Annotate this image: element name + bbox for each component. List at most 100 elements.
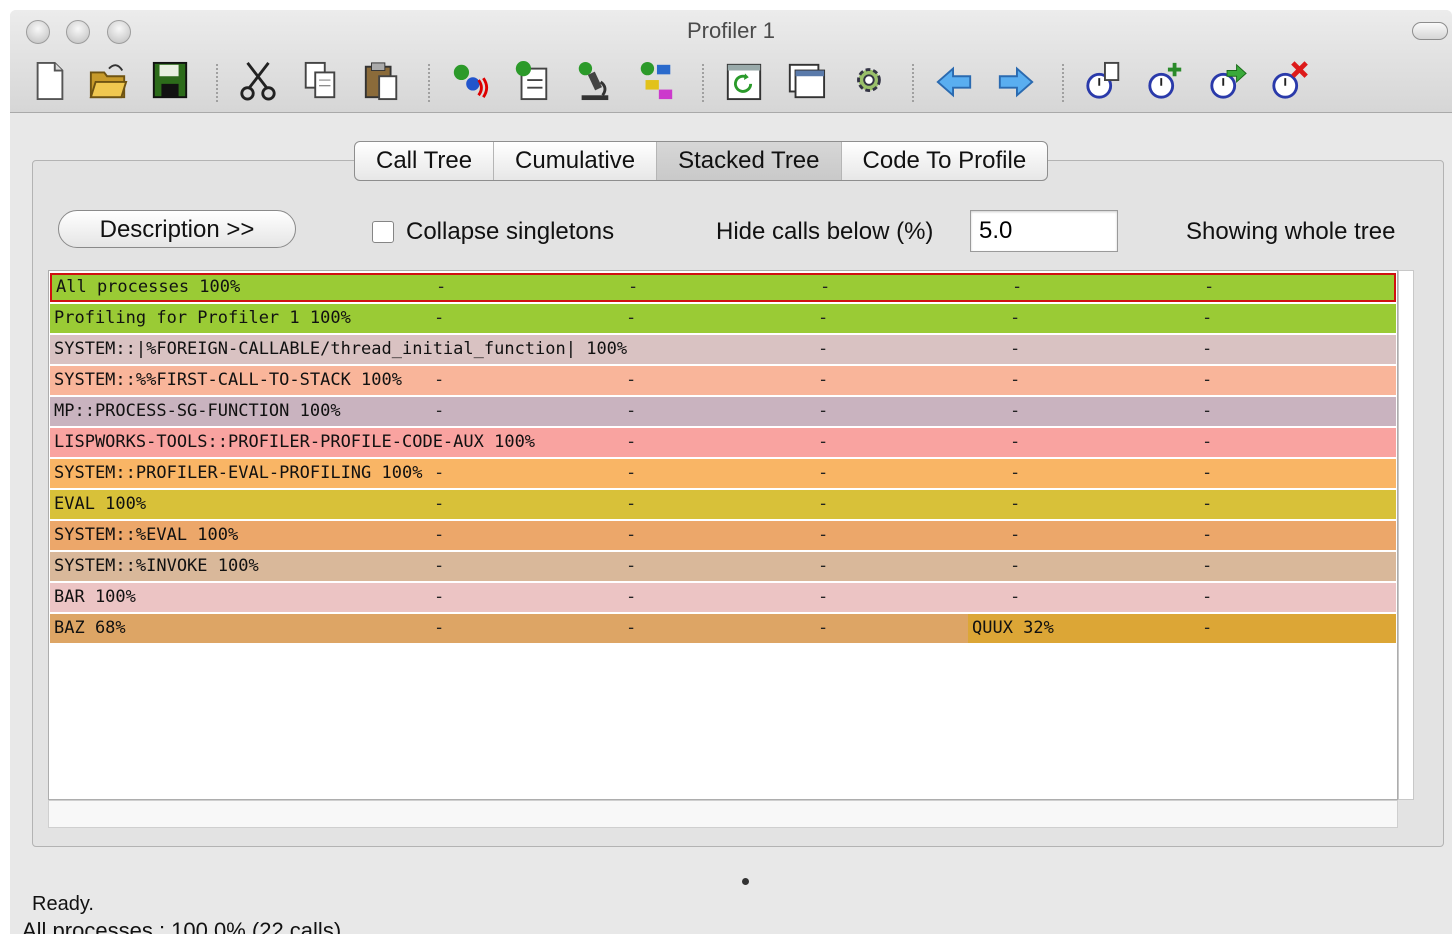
- tree-row[interactable]: Profiling for Profiler 1 100% - - - - -: [50, 304, 1396, 333]
- tree-row-marker: -: [1010, 308, 1021, 328]
- paste-icon[interactable]: [362, 58, 402, 104]
- stopwatch-add-icon[interactable]: [1146, 58, 1186, 104]
- tree-row-marker: -: [818, 401, 829, 421]
- window-icon[interactable]: [786, 58, 826, 104]
- tree-row-marker: -: [1202, 308, 1213, 328]
- tree-row-marker: -: [1204, 277, 1215, 297]
- tree-row-child-label[interactable]: QUUX 32%: [968, 614, 1396, 643]
- stopwatch-go-icon[interactable]: [1208, 58, 1248, 104]
- tree-row-label: LISPWORKS-TOOLS::PROFILER-PROFILE-CODE-A…: [54, 432, 536, 452]
- tree-row[interactable]: EVAL 100% - - - - -: [50, 490, 1396, 519]
- tree-row-label: EVAL 100%: [54, 494, 147, 514]
- tree-row[interactable]: LISPWORKS-TOOLS::PROFILER-PROFILE-CODE-A…: [50, 428, 1396, 457]
- hide-calls-input[interactable]: 5.0: [970, 210, 1118, 252]
- tree-row-marker: -: [1010, 401, 1021, 421]
- view-tabs: Call Tree Cumulative Stacked Tree Code T…: [354, 141, 1049, 181]
- back-arrow-icon[interactable]: [934, 58, 974, 104]
- tree-row-label: SYSTEM::|%FOREIGN-CALLABLE/thread_initia…: [54, 339, 628, 359]
- collapse-singletons-checkbox[interactable]: [372, 221, 394, 243]
- tree-row-marker: -: [1010, 494, 1021, 514]
- profile-icon[interactable]: [450, 58, 490, 104]
- copy-icon[interactable]: [300, 58, 340, 104]
- gear-icon[interactable]: [848, 58, 888, 104]
- tree-row-marker: -: [1202, 525, 1213, 545]
- tree-row-marker: -: [1202, 339, 1213, 359]
- structure-icon[interactable]: [636, 58, 676, 104]
- tree-row-marker: -: [818, 308, 829, 328]
- tree-row-marker: -: [1010, 463, 1021, 483]
- tree-row-marker: -: [1202, 370, 1213, 390]
- tree-row-label: SYSTEM::%INVOKE 100%: [54, 556, 259, 576]
- toolbar-toggle-button[interactable]: [1412, 22, 1448, 40]
- save-icon[interactable]: [150, 58, 190, 104]
- tree-row[interactable]: SYSTEM::%EVAL 100% - - - - -: [50, 521, 1396, 550]
- tab-stacked-tree[interactable]: Stacked Tree: [657, 142, 842, 180]
- tree-row-marker: -: [1202, 463, 1213, 483]
- tree-row[interactable]: All processes 100% - - - - -: [50, 273, 1396, 302]
- tree-row[interactable]: BAZ 68% QUUX 32% - - - -: [50, 614, 1396, 643]
- tree-row-marker: -: [434, 370, 445, 390]
- window-title: Profiler 1: [686, 18, 776, 43]
- tree-row[interactable]: SYSTEM::|%FOREIGN-CALLABLE/thread_initia…: [50, 335, 1396, 364]
- tree-row-marker: -: [626, 556, 637, 576]
- tree-row-marker: -: [820, 277, 831, 297]
- hide-calls-label: Hide calls below (%): [716, 218, 934, 245]
- resize-grip[interactable]: [742, 878, 749, 885]
- stopwatch-delete-icon[interactable]: [1270, 58, 1310, 104]
- tree-row-marker: -: [1202, 401, 1213, 421]
- showing-status: Showing whole tree: [1186, 218, 1396, 245]
- status-summary: All processes : 100.0% (22 calls): [22, 918, 342, 934]
- tree-row-marker: -: [628, 277, 639, 297]
- tree-row-marker: -: [434, 618, 445, 638]
- forward-arrow-icon[interactable]: [996, 58, 1036, 104]
- tree-row-label: Profiling for Profiler 1 100%: [54, 308, 351, 328]
- tree-row-label: SYSTEM::%EVAL 100%: [54, 525, 239, 545]
- tab-call-tree[interactable]: Call Tree: [355, 142, 495, 180]
- tree-row-marker: -: [1012, 277, 1023, 297]
- microscope-icon[interactable]: [574, 58, 614, 104]
- tree-row-marker: -: [436, 277, 447, 297]
- tree-row-marker: -: [626, 618, 637, 638]
- tree-row-marker: -: [818, 339, 829, 359]
- status-message: Ready.: [32, 893, 94, 915]
- tab-cumulative[interactable]: Cumulative: [494, 142, 658, 180]
- open-folder-icon[interactable]: [88, 58, 128, 104]
- tree-row-marker: -: [434, 587, 445, 607]
- tree-row[interactable]: MP::PROCESS-SG-FUNCTION 100% - - - - -: [50, 397, 1396, 426]
- tree-row-marker: -: [818, 618, 829, 638]
- inspect-icon[interactable]: [512, 58, 552, 104]
- tree-row-label: BAZ 68%: [54, 618, 126, 638]
- tree-row-marker: -: [818, 432, 829, 452]
- stopwatch-document-icon[interactable]: [1084, 58, 1124, 104]
- tree-row-marker: -: [434, 556, 445, 576]
- tree-row-marker: -: [818, 587, 829, 607]
- description-button[interactable]: Description >>: [58, 210, 296, 248]
- vertical-scrollbar[interactable]: [1398, 270, 1414, 800]
- tree-row-marker: -: [626, 401, 637, 421]
- tree-row-marker: -: [434, 494, 445, 514]
- tree-row-marker: -: [1202, 432, 1213, 452]
- tree-row-marker: -: [434, 401, 445, 421]
- tree-row[interactable]: BAR 100% - - - - -: [50, 583, 1396, 612]
- stacked-tree-view[interactable]: All processes 100% - - - - - Profiling for Pro…: [48, 270, 1398, 800]
- tab-code-to-profile[interactable]: Code To Profile: [842, 142, 1048, 180]
- tree-row-marker: -: [434, 308, 445, 328]
- tree-row-marker: -: [818, 494, 829, 514]
- tree-row[interactable]: SYSTEM::%%FIRST-CALL-TO-STACK 100% - - - - -: [50, 366, 1396, 395]
- tree-row-marker: -: [1202, 556, 1213, 576]
- cut-icon[interactable]: [238, 58, 278, 104]
- tree-row-marker: -: [1010, 556, 1021, 576]
- tree-row-marker: -: [434, 463, 445, 483]
- tree-row-label: SYSTEM::%%FIRST-CALL-TO-STACK 100%: [54, 370, 402, 390]
- new-file-icon[interactable]: [30, 58, 70, 104]
- tree-row[interactable]: SYSTEM::PROFILER-EVAL-PROFILING 100% - - - -…: [50, 459, 1396, 488]
- tree-row-marker: -: [1010, 370, 1021, 390]
- refresh-icon[interactable]: [724, 58, 764, 104]
- tree-row-marker: -: [1202, 494, 1213, 514]
- horizontal-scrollbar[interactable]: [48, 800, 1398, 828]
- tree-row-marker: -: [1010, 432, 1021, 452]
- tree-row-label: MP::PROCESS-SG-FUNCTION 100%: [54, 401, 341, 421]
- tree-row-marker: -: [1202, 587, 1213, 607]
- tree-row-label: All processes 100%: [56, 277, 241, 297]
- tree-row[interactable]: SYSTEM::%INVOKE 100% - - - - -: [50, 552, 1396, 581]
